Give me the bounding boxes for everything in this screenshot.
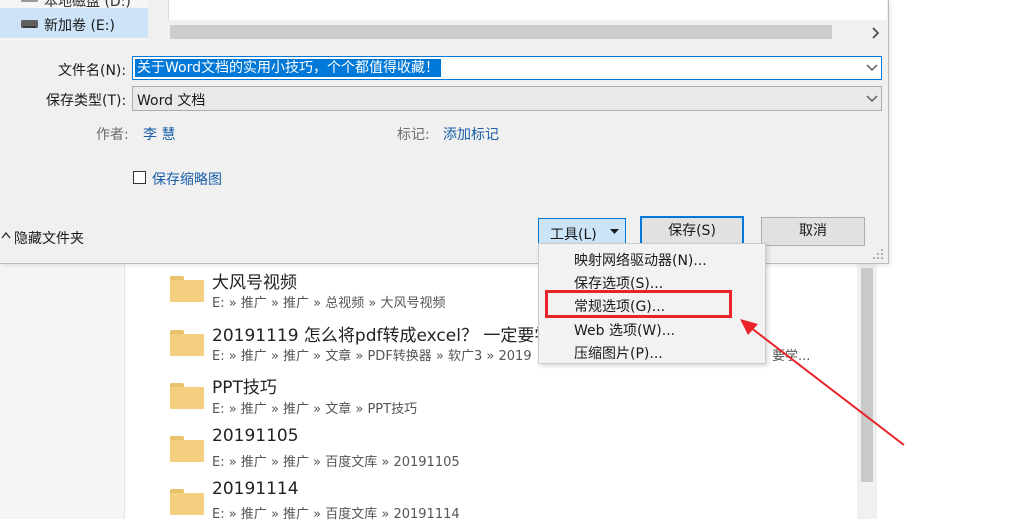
resize-grip-icon[interactable] bbox=[872, 248, 884, 260]
nav-item-partial[interactable]: 本地磁盘 (D:) bbox=[44, 0, 131, 11]
result-path: E: » 推广 » 推广 » 总视频 » 大风号视频 bbox=[212, 296, 446, 311]
nav-item-drive-e[interactable]: 新加卷 (E:) bbox=[44, 15, 115, 35]
thumbnail-checkbox[interactable] bbox=[133, 171, 146, 184]
save-button[interactable]: 保存(S) bbox=[640, 216, 744, 246]
savetype-value: Word 文档 bbox=[137, 93, 206, 109]
folder-icon bbox=[170, 489, 204, 515]
thumbnail-label[interactable]: 保存缩略图 bbox=[152, 169, 222, 189]
savetype-label: 保存类型(T): bbox=[46, 93, 127, 109]
menu-item-web-options[interactable]: Web 选项(W)... bbox=[574, 320, 675, 340]
annotation-arrow-icon bbox=[740, 319, 905, 446]
folder-icon bbox=[170, 383, 204, 409]
folder-icon bbox=[170, 276, 204, 302]
menu-item-map-network-drive[interactable]: 映射网络驱动器(N)... bbox=[574, 250, 707, 270]
filename-selected-text[interactable]: 关于Word文档的实用小技巧，个个都值得收藏！ bbox=[135, 59, 441, 77]
dropdown-arrow-icon bbox=[610, 229, 619, 234]
result-title[interactable]: 大风号视频 bbox=[212, 268, 297, 293]
result-title[interactable]: 20191119 怎么将pdf转成excel？ 一定要学 bbox=[212, 321, 551, 346]
savetype-select[interactable] bbox=[132, 86, 882, 111]
tags-value[interactable]: 添加标记 bbox=[443, 124, 499, 144]
chevron-down-icon[interactable] bbox=[866, 94, 878, 103]
result-path: E: » 推广 » 推广 » 文章 » PDF转换器 » 软广3 » 2019 bbox=[212, 349, 532, 364]
result-title[interactable]: 20191114 bbox=[212, 479, 299, 499]
author-value[interactable]: 李 慧 bbox=[143, 124, 175, 144]
chevron-down-icon[interactable] bbox=[866, 63, 878, 72]
result-path: E: » 推广 » 推广 » 百度文库 » 20191114 bbox=[212, 507, 460, 522]
result-path: E: » 推广 » 推广 » 文章 » PPT技巧 bbox=[212, 402, 418, 417]
folder-icon bbox=[170, 436, 204, 462]
hscrollbar-thumb[interactable] bbox=[170, 25, 832, 39]
result-title[interactable]: 20191105 bbox=[212, 426, 299, 446]
cancel-button[interactable]: 取消 bbox=[761, 217, 865, 246]
drive-icon bbox=[21, 0, 38, 2]
tags-label: 标记: bbox=[397, 127, 430, 143]
hide-folders-button[interactable]: 隐藏文件夹 bbox=[14, 228, 84, 248]
chevron-up-icon[interactable] bbox=[1, 229, 11, 241]
file-list-pane[interactable] bbox=[168, 0, 887, 20]
folder-icon bbox=[170, 330, 204, 356]
result-title[interactable]: PPT技巧 bbox=[212, 373, 277, 398]
drive-icon bbox=[21, 20, 38, 28]
result-path: E: » 推广 » 推广 » 百度文库 » 20191105 bbox=[212, 455, 460, 470]
tools-button-label: 工具(L) bbox=[550, 227, 597, 243]
annotation-highlight-box bbox=[545, 290, 732, 318]
menu-item-compress-pictures[interactable]: 压缩图片(P)... bbox=[574, 343, 663, 363]
filename-label: 文件名(N): bbox=[58, 63, 127, 79]
scroll-right-icon[interactable] bbox=[871, 27, 881, 39]
author-label: 作者: bbox=[96, 127, 129, 143]
